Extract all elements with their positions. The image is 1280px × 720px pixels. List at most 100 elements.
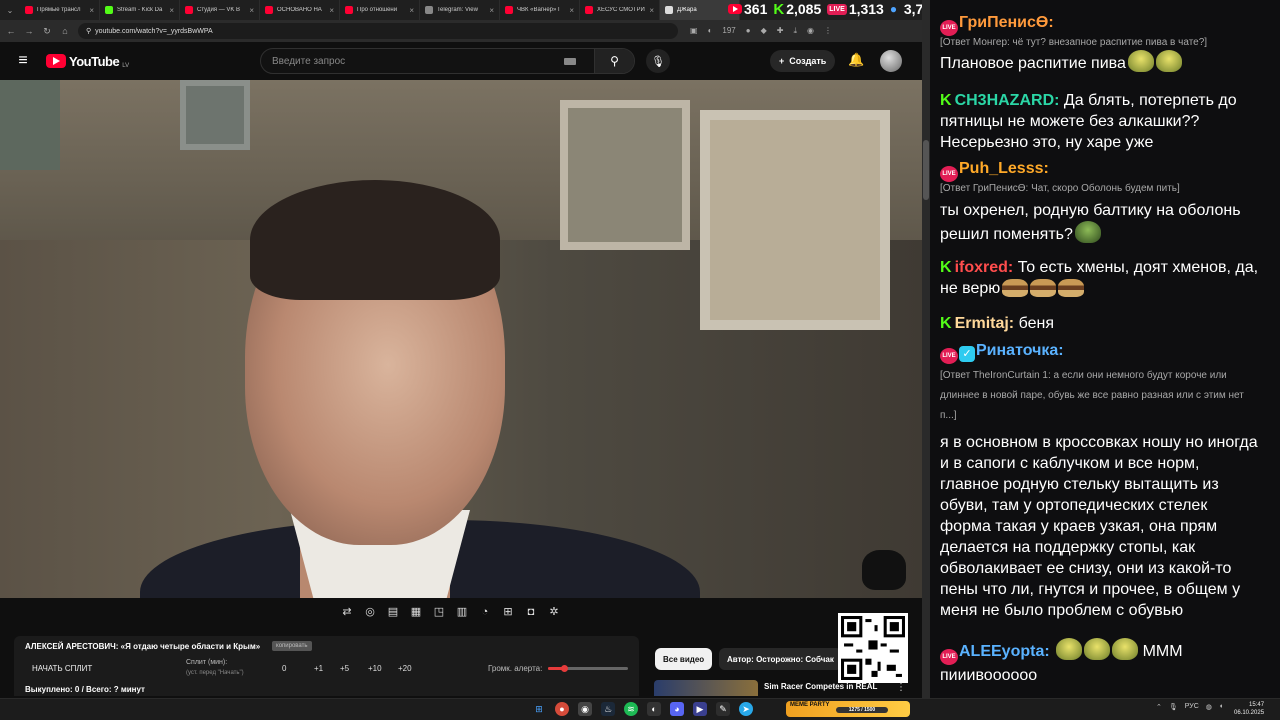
steam-icon[interactable]: ♨ bbox=[601, 702, 615, 716]
search-input[interactable]: Введите запрос bbox=[261, 56, 564, 67]
close-icon[interactable]: × bbox=[249, 6, 254, 15]
chrome-icon[interactable]: ● bbox=[555, 702, 569, 716]
add-10-button[interactable]: +10 bbox=[368, 664, 382, 673]
filter-chip-author[interactable]: Автор: Осторожно: Собчак bbox=[719, 648, 842, 670]
chat-username[interactable]: Ermitaj: bbox=[955, 315, 1015, 332]
close-icon[interactable]: × bbox=[329, 6, 334, 15]
extensions-puzzle-icon[interactable]: ✚ bbox=[777, 26, 784, 36]
more-options-icon[interactable]: ⋮ bbox=[896, 682, 906, 693]
app-icon[interactable]: ▶ bbox=[693, 702, 707, 716]
download-icon[interactable]: ⤓ bbox=[793, 26, 797, 36]
chat-username[interactable]: ГриПенисӨ: bbox=[959, 14, 1054, 31]
close-icon[interactable]: × bbox=[169, 6, 174, 15]
video-player[interactable] bbox=[0, 80, 922, 598]
language-indicator[interactable]: РУС bbox=[1185, 703, 1199, 711]
chat-reply-quote: [Ответ Монгер: чё тут? внезапное распити… bbox=[940, 37, 1208, 48]
close-icon[interactable]: × bbox=[409, 6, 414, 15]
menu-dots-icon[interactable]: ⋮ bbox=[824, 26, 832, 36]
browser-tab[interactable]: ХЕСУС СМОТРИ × bbox=[580, 0, 660, 20]
close-icon[interactable]: × bbox=[649, 6, 654, 15]
extension-icon[interactable]: ◐ bbox=[708, 26, 713, 36]
forward-icon[interactable]: → bbox=[24, 26, 34, 36]
screen-share-icon[interactable]: ▤ bbox=[386, 605, 400, 619]
split-minutes-value[interactable]: 0 bbox=[282, 664, 286, 673]
obs-icon[interactable]: ◉ bbox=[578, 702, 592, 716]
network-icon[interactable]: ◍ bbox=[1206, 703, 1212, 711]
browser-tab[interactable]: Студия — VK В × bbox=[180, 0, 260, 20]
tab-title: ДЖара bbox=[677, 7, 697, 13]
add-5-button[interactable]: +5 bbox=[340, 664, 349, 673]
spotify-icon[interactable]: ≋ bbox=[624, 702, 638, 716]
discord-icon[interactable]: ◕ bbox=[670, 702, 684, 716]
home-icon[interactable]: ⌂ bbox=[60, 26, 70, 36]
screenshot-icon[interactable]: ◘ bbox=[524, 605, 538, 619]
windows-start-icon[interactable]: ⊞ bbox=[532, 702, 546, 716]
extension-badge[interactable]: 197 bbox=[722, 26, 735, 36]
page-scrollbar[interactable] bbox=[922, 0, 930, 698]
back-icon[interactable]: ← bbox=[6, 26, 16, 36]
chat-username[interactable]: ifoxred: bbox=[955, 259, 1014, 276]
add-20-button[interactable]: +20 bbox=[398, 664, 412, 673]
tab-search-icon[interactable]: ⌄ bbox=[0, 0, 20, 20]
recommended-video-title[interactable]: Sim Racer Competes in REAL bbox=[764, 682, 877, 691]
address-bar[interactable]: ⚲ youtube.com/watch?v=_yyrdsBwWPA bbox=[78, 23, 678, 39]
slider-knob[interactable] bbox=[561, 665, 568, 672]
chevron-up-icon[interactable]: ⌃ bbox=[1156, 703, 1162, 711]
notifications-bell-icon[interactable]: 🔔 bbox=[848, 52, 864, 68]
clock[interactable]: 15:47 06.10.2025 bbox=[1234, 701, 1264, 717]
audio-icon[interactable]: ◎ bbox=[363, 605, 377, 619]
browser-tab[interactable]: Stream - Kick Da × bbox=[100, 0, 180, 20]
vk-live-badge-icon: LIVE bbox=[940, 649, 958, 665]
extension-icon[interactable]: ◆ bbox=[761, 26, 767, 36]
chat-reply-quote: [Ответ ГриПенисӨ: Чат, скоро Оболонь буд… bbox=[940, 183, 1180, 194]
add-clip-icon[interactable]: ⊞ bbox=[501, 605, 515, 619]
chat-username[interactable]: CH3HAZARD: bbox=[955, 92, 1060, 109]
gear-icon[interactable]: ✲ bbox=[547, 605, 561, 619]
create-button[interactable]: + Создать bbox=[770, 50, 836, 72]
chat-username[interactable]: ALEEyopta: bbox=[959, 643, 1050, 660]
voice-search-button[interactable]: 🎙 bbox=[646, 49, 670, 73]
search-button[interactable]: ⚲ bbox=[594, 49, 634, 73]
volume-icon[interactable]: ◖ bbox=[1219, 703, 1223, 711]
browser-tab[interactable]: Про отношени × bbox=[340, 0, 420, 20]
youtube-logo[interactable]: YouTube LV bbox=[46, 54, 129, 69]
filter-chip-all[interactable]: Все видео bbox=[655, 648, 713, 670]
scrollbar-thumb[interactable] bbox=[923, 140, 929, 200]
browser-tab[interactable]: Прямые трансл × bbox=[20, 0, 100, 20]
clapper-icon[interactable]: ▦ bbox=[409, 605, 423, 619]
keyboard-icon[interactable] bbox=[564, 57, 576, 65]
app-icon[interactable]: ◐ bbox=[647, 702, 661, 716]
add-1-button[interactable]: +1 bbox=[314, 664, 323, 673]
recommended-video-thumbnail[interactable] bbox=[654, 680, 758, 696]
extension-icon[interactable]: ▣ bbox=[690, 26, 698, 36]
menu-icon[interactable]: ≡ bbox=[0, 52, 46, 70]
site-info-icon[interactable]: ⚲ bbox=[86, 27, 91, 35]
tab-title: Stream - Kick Da bbox=[117, 7, 163, 13]
chat-username[interactable]: Puh_Lesss: bbox=[959, 160, 1049, 177]
browser-tab[interactable]: ОСНОВАНО НА × bbox=[260, 0, 340, 20]
start-split-button[interactable]: НАЧАТЬ СПЛИТ bbox=[32, 664, 92, 673]
browser-tab[interactable]: ЧВК «Вагнер» Г × bbox=[500, 0, 580, 20]
meme-party-widget[interactable]: MEME PARTY 1275 / 1500 bbox=[786, 701, 910, 717]
reload-icon[interactable]: ↻ bbox=[42, 26, 52, 37]
video-title: АЛЕКСЕЙ АРЕСТОВИЧ: «Я отдаю четыре облас… bbox=[25, 642, 261, 651]
profile-icon[interactable]: ◉ bbox=[807, 26, 814, 36]
close-icon[interactable]: × bbox=[489, 6, 494, 15]
chat-username[interactable]: Ринаточка: bbox=[976, 342, 1064, 359]
film-icon[interactable]: ▥ bbox=[455, 605, 469, 619]
telegram-icon[interactable]: ➤ bbox=[739, 702, 753, 716]
speed-icon[interactable]: ◔ bbox=[478, 605, 492, 619]
copy-button[interactable]: копировать bbox=[272, 641, 312, 651]
picture-in-picture-icon[interactable]: ◳ bbox=[432, 605, 446, 619]
qr-code bbox=[838, 613, 908, 683]
alert-volume-slider[interactable] bbox=[548, 665, 628, 672]
chat-message: LIVE Puh_Lesss: [Ответ ГриПенисӨ: Чат, ск… bbox=[940, 158, 1260, 245]
extension-icon[interactable]: ● bbox=[746, 26, 751, 36]
browser-tab[interactable]: Telegram: View × bbox=[420, 0, 500, 20]
microphone-icon[interactable]: 🎙 bbox=[1169, 703, 1178, 711]
avatar[interactable] bbox=[880, 50, 902, 72]
close-icon[interactable]: × bbox=[89, 6, 94, 15]
loop-icon[interactable]: ⇄ bbox=[340, 605, 354, 619]
app-icon[interactable]: ✎ bbox=[716, 702, 730, 716]
close-icon[interactable]: × bbox=[569, 6, 574, 15]
